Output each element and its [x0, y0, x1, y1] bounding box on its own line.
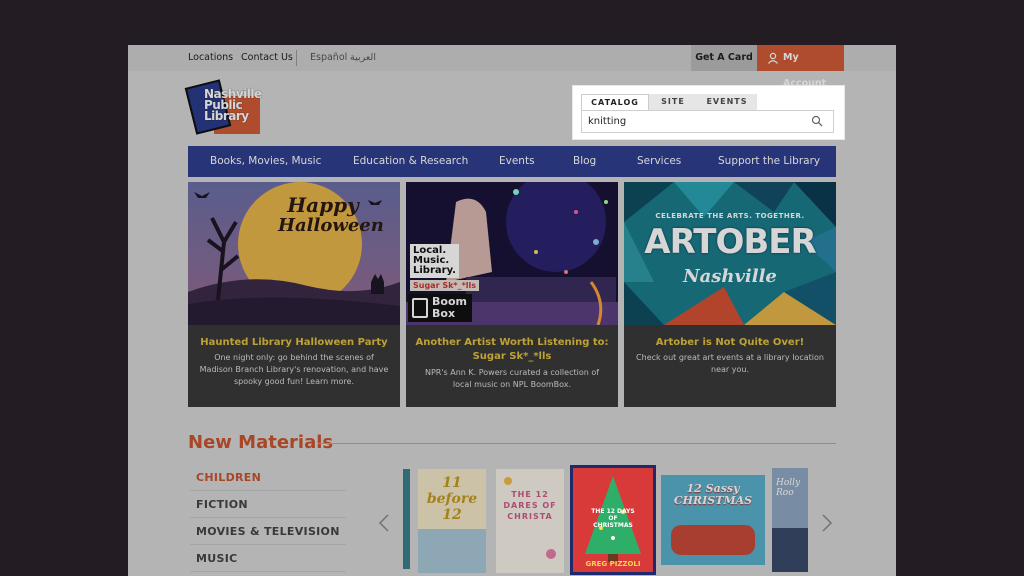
user-icon	[768, 52, 778, 64]
arabic-link[interactable]: العربية	[350, 52, 376, 63]
book-decoration	[546, 549, 556, 559]
chevron-right-icon[interactable]	[821, 513, 833, 533]
tab-site[interactable]: SITE	[649, 94, 697, 110]
halloween-art-line1: Happy	[287, 193, 359, 217]
book-author: GREG PIZZOLI	[585, 560, 641, 568]
heading-rule	[318, 443, 836, 444]
book-illustration	[772, 528, 808, 572]
book-decoration	[504, 477, 512, 485]
contact-link[interactable]: Contact Us	[241, 52, 293, 63]
locations-link[interactable]: Locations	[188, 52, 233, 63]
divider	[296, 50, 297, 66]
espanol-link[interactable]: Español	[310, 52, 347, 63]
nav-support[interactable]: Support the Library	[718, 146, 820, 177]
promo-card-artober[interactable]: CELEBRATE THE ARTS. TOGETHER. ARTOBER Na…	[624, 182, 836, 407]
book-cover[interactable]: Holly Roo	[772, 468, 808, 572]
tab-events[interactable]: EVENTS	[697, 94, 757, 110]
category-music[interactable]: MUSIC	[190, 546, 346, 572]
book-cover[interactable]: 11 before 12	[418, 469, 486, 573]
book-title: THE 12 DAYS OF CHRISTMAS	[591, 508, 635, 529]
artober-art-title: ARTOBER	[644, 222, 816, 262]
book-illustration	[418, 529, 486, 573]
promo-card-boombox[interactable]: Local. Music. Library. Sugar Sk*_*lls Bo…	[406, 182, 618, 407]
artober-art-sub: CELEBRATE THE ARTS. TOGETHER.	[655, 212, 805, 220]
category-movies-television[interactable]: MOVIES & TELEVISION	[190, 519, 346, 545]
boombox-art-line3: Library.	[413, 265, 456, 276]
book-title: 11 before 12	[426, 475, 478, 523]
search-icon[interactable]	[811, 115, 823, 127]
library-logo[interactable]: Nashville Public Library	[184, 79, 262, 136]
utility-bar: Locations Contact Us Español العربية Get…	[128, 45, 896, 89]
card-title[interactable]: Artober is Not Quite Over!	[630, 336, 830, 350]
halloween-banner: Happy Halloween	[188, 182, 400, 325]
card-description: Check out great art events at a library …	[636, 353, 824, 374]
chevron-left-icon[interactable]	[378, 513, 390, 533]
book-cover-art: THE 12 DAYS OF CHRISTMAS GREG PIZZOLI	[573, 468, 653, 572]
promo-card-halloween[interactable]: Happy Halloween Haunted Library Hallowee…	[188, 182, 400, 407]
main-nav: Books, Movies, Music Education & Researc…	[188, 146, 836, 177]
category-children[interactable]: CHILDREN	[190, 465, 346, 491]
card-description: NPR's Ann K. Powers curated a collection…	[424, 368, 600, 389]
book-title: Holly Roo	[776, 478, 801, 498]
halloween-art-line2: Halloween	[278, 215, 384, 236]
nav-blog[interactable]: Blog	[573, 146, 596, 177]
search-widget: CATALOG SITE EVENTS knitting	[573, 86, 844, 139]
nav-books-movies-music[interactable]: Books, Movies, Music	[210, 146, 321, 177]
get-card-button[interactable]: Get A Card	[691, 45, 757, 71]
library-homepage: Locations Contact Us Español العربية Get…	[128, 45, 896, 576]
nav-events[interactable]: Events	[499, 146, 535, 177]
boombox-logo: Boom Box	[408, 294, 472, 322]
category-fiction[interactable]: FICTION	[190, 492, 346, 518]
card-description: One night only: go behind the scenes of …	[199, 353, 389, 386]
boombox-art-tag: Sugar Sk*_*lls	[410, 280, 480, 291]
card-title[interactable]: Haunted Library Halloween Party	[194, 336, 394, 350]
new-materials-heading: New Materials	[188, 432, 334, 453]
my-account-button[interactable]: My Account	[757, 45, 844, 89]
artober-art-city: Nashville	[683, 266, 777, 287]
book-title: 12 Sassy CHRISTMAS	[673, 482, 753, 507]
boombox-logo-line2: Box	[432, 307, 456, 320]
book-cover[interactable]: 12 Sassy CHRISTMAS	[661, 475, 765, 565]
logo-line-3: Library	[204, 109, 249, 123]
book-cover-selected[interactable]: THE 12 DAYS OF CHRISTMAS GREG PIZZOLI	[570, 465, 656, 575]
nav-services[interactable]: Services	[637, 146, 681, 177]
search-input[interactable]: knitting	[581, 110, 834, 133]
book-cover[interactable]: THE 12 DARES OF CHRISTA	[496, 469, 564, 573]
card-title[interactable]: Another Artist Worth Listening to: Sugar…	[412, 336, 612, 364]
book-title: THE 12 DARES OF CHRISTA	[503, 490, 557, 521]
logo-text: Nashville Public Library	[204, 88, 262, 123]
book-illustration	[671, 525, 755, 555]
artober-banner: CELEBRATE THE ARTS. TOGETHER. ARTOBER Na…	[624, 182, 836, 325]
boombox-banner: Local. Music. Library. Sugar Sk*_*lls Bo…	[406, 182, 618, 325]
tab-catalog[interactable]: CATALOG	[581, 94, 649, 110]
nav-education-research[interactable]: Education & Research	[353, 146, 468, 177]
book-cover-partial[interactable]	[403, 469, 410, 569]
